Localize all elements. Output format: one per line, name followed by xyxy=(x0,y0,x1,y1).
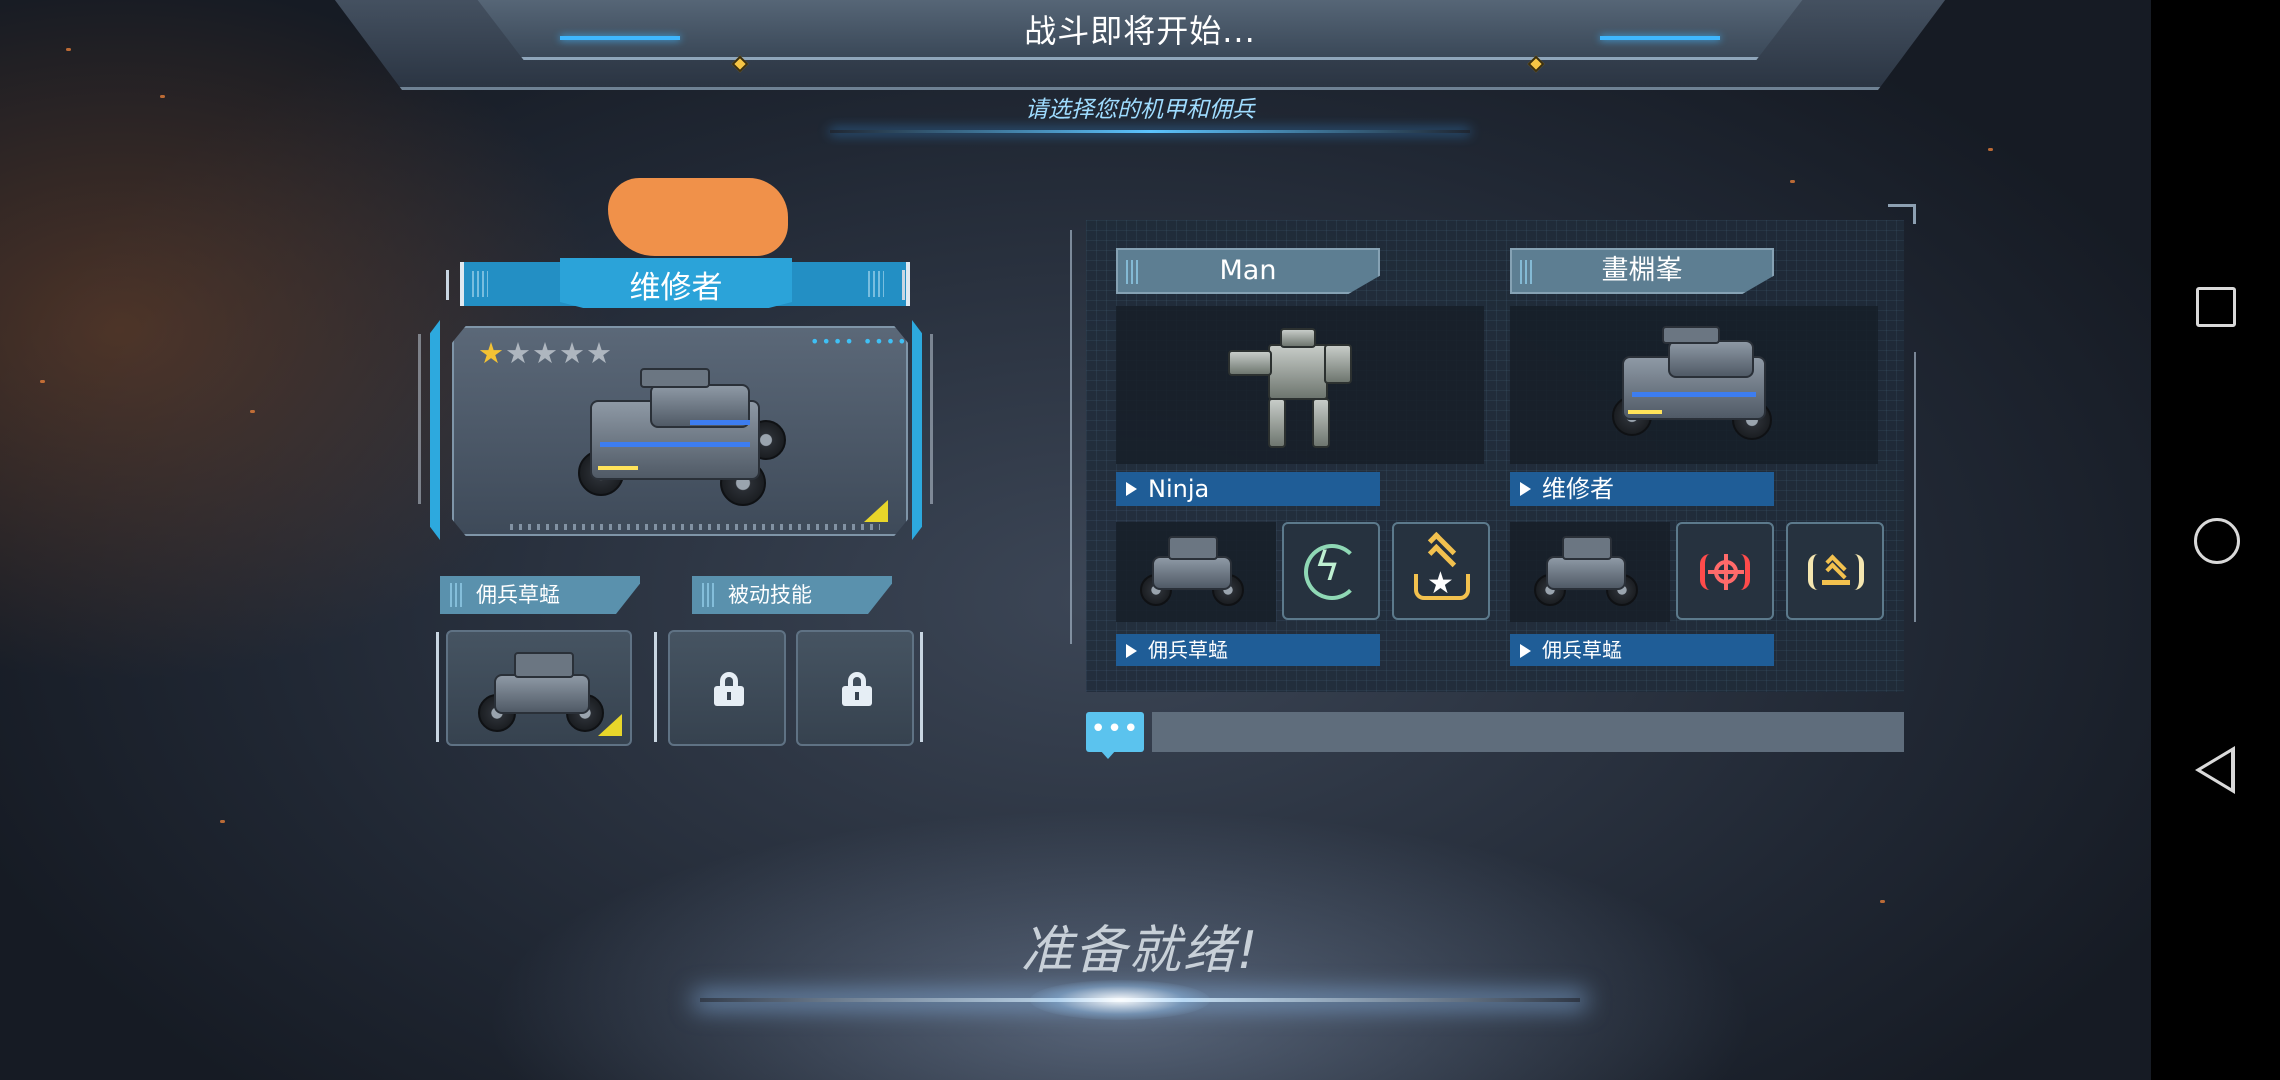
play-arrow-icon xyxy=(1126,482,1137,496)
teammate-2-mech-label: 维修者 xyxy=(1510,472,1774,506)
deco-line xyxy=(446,270,449,300)
teammate-1-mech-label: Ninja xyxy=(1116,472,1380,506)
teammate-2-mercenary-box xyxy=(1510,522,1670,622)
play-arrow-icon xyxy=(1520,482,1531,496)
mercenary-slot[interactable] xyxy=(446,630,632,746)
speed-boost-skill[interactable] xyxy=(1786,522,1884,620)
grip-icon xyxy=(868,271,884,297)
grip-icon xyxy=(1520,260,1532,284)
lock-icon xyxy=(842,672,872,706)
mercenary-tag: 佣兵草蜢 xyxy=(440,576,640,614)
passive-skill-slot-2[interactable] xyxy=(796,630,914,746)
star-filled-icon: ★ xyxy=(478,336,505,370)
teammate-1-name: Man xyxy=(1219,255,1277,286)
energy-recharge-skill[interactable]: ϟ xyxy=(1282,522,1380,620)
teammate-2-mech-box xyxy=(1510,306,1878,464)
deco-line xyxy=(920,632,923,742)
subtitle-glow-line xyxy=(830,130,1470,133)
redacted-player-name xyxy=(608,178,788,256)
lightning-bolt-icon: ϟ xyxy=(1314,544,1341,590)
star-empty-icon: ★ xyxy=(505,336,532,370)
passive-skill-tag: 被动技能 xyxy=(692,576,892,614)
chat-bubble-icon[interactable]: ••• xyxy=(1086,712,1144,746)
recent-apps-icon[interactable] xyxy=(2196,287,2236,327)
deco-line xyxy=(930,334,933,504)
card-dots-decor: •••• •••• xyxy=(810,332,909,351)
repair-vehicle-image xyxy=(1606,320,1786,450)
back-icon-inner xyxy=(2201,752,2231,788)
chat-input[interactable] xyxy=(1152,712,1904,752)
grip-icon xyxy=(472,271,488,297)
ready-status[interactable]: 准备就绪! xyxy=(940,908,1340,983)
card-bracket-right xyxy=(912,320,922,540)
grip-icon xyxy=(450,583,464,607)
ready-flare xyxy=(1030,980,1210,1020)
deco-line xyxy=(654,632,657,742)
mercenary-grasshopper-image xyxy=(1532,530,1642,614)
teammate-2-name-tag: 畫棩峯 xyxy=(1510,248,1774,294)
play-arrow-icon xyxy=(1520,644,1531,658)
repair-vehicle-image xyxy=(570,360,790,510)
star-empty-icon: ★ xyxy=(532,336,559,370)
lock-icon xyxy=(714,672,744,706)
teammate-1-mercenary-name: 佣兵草蜢 xyxy=(1148,638,1228,662)
passive-skill-tag-label: 被动技能 xyxy=(728,583,812,607)
target-lock-skill[interactable] xyxy=(1676,522,1774,620)
teammate-1-mech-name: Ninja xyxy=(1148,475,1210,503)
deco-line xyxy=(902,270,905,300)
mercenary-grasshopper-image xyxy=(1138,530,1248,614)
mercenary-grasshopper-image xyxy=(474,644,614,740)
home-icon[interactable] xyxy=(2194,518,2240,564)
teammate-1-name-tag: Man xyxy=(1116,248,1380,294)
deco-line xyxy=(1070,230,1072,644)
teammate-2-mech-name: 维修者 xyxy=(1542,475,1614,503)
card-progress-ticks xyxy=(510,524,880,530)
play-arrow-icon xyxy=(1126,644,1137,658)
deco-line xyxy=(1914,352,1916,622)
grip-icon xyxy=(1126,260,1138,284)
card-bracket-left xyxy=(430,320,440,540)
teammate-2-mercenary-name: 佣兵草蜢 xyxy=(1542,638,1622,662)
banner-accent-right xyxy=(1600,36,1720,40)
banner-accent-left xyxy=(560,36,680,40)
teammate-1-mercenary-box xyxy=(1116,522,1276,622)
grip-icon xyxy=(702,583,716,607)
mercenary-tag-label: 佣兵草蜢 xyxy=(476,583,560,607)
rank-star-icon: ★ xyxy=(1427,566,1454,601)
battle-title: 战斗即将开始... xyxy=(1024,12,1256,50)
chat-bubble-tail xyxy=(1100,750,1116,759)
mech-name: 维修者 xyxy=(629,270,723,306)
teammate-1-mercenary-label: 佣兵草蜢 xyxy=(1116,634,1380,666)
teammate-2-mercenary-label: 佣兵草蜢 xyxy=(1510,634,1774,666)
selection-subtitle: 请选择您的机甲和佣兵 xyxy=(1025,97,1255,123)
passive-skill-slot-1[interactable] xyxy=(668,630,786,746)
ninja-robot-image xyxy=(1228,324,1368,454)
deco-line xyxy=(418,334,421,504)
teammate-1-mech-box xyxy=(1116,306,1484,464)
speed-boost-icon xyxy=(1822,580,1850,585)
teammate-2-name: 畫棩峯 xyxy=(1601,255,1683,286)
rank-star-skill[interactable]: ★ xyxy=(1392,522,1490,620)
deco-line xyxy=(436,632,439,742)
